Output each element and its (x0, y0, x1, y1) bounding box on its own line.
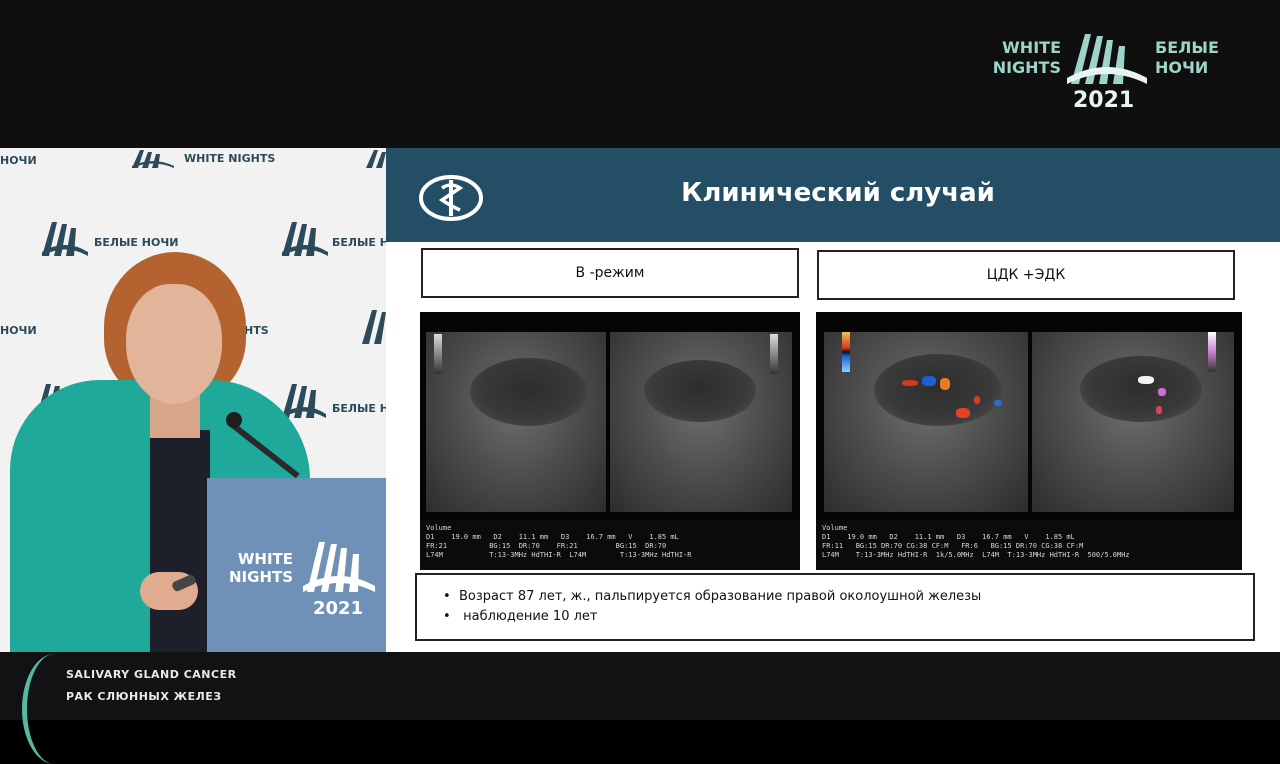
backdrop-logo-icon (282, 222, 328, 256)
logo-right-line2: НОЧИ (1155, 58, 1209, 77)
case-info-text-2: наблюдение 10 лет (459, 609, 598, 624)
ultrasound-pane (1032, 332, 1234, 512)
backdrop-logo-icon (362, 310, 386, 344)
b-mode-label-box: В -режим (421, 248, 799, 298)
ultrasound-lesion (644, 360, 756, 422)
ultrasound-readout-band: Volume D1 19.0 mm D2 11.1 mm D3 16.7 mm … (420, 520, 800, 570)
ultrasound-pane (610, 332, 792, 512)
backdrop-text-belye-nochi-2: БЕЛЫЕ НОЧИ (332, 236, 386, 249)
logo-left-line1: WHITE (1002, 38, 1061, 57)
logo-right-line1: БЕЛЫЕ (1155, 38, 1219, 57)
case-info-text-1: Возраст 87 лет, ж., пальпируется образов… (459, 589, 982, 604)
ultrasound-pane (824, 332, 1028, 512)
backdrop-text-belye-n: БЕЛЫЕ Н (332, 402, 386, 415)
doppler-power-scale (1208, 332, 1216, 372)
backdrop-logo-icon (42, 222, 88, 256)
logo-text-right: БЕЛЫЕ НОЧИ (1155, 38, 1235, 78)
backdrop-text-nochi: НОЧИ (0, 154, 37, 167)
podium-logo-text: WHITE NIGHTS (229, 550, 293, 586)
doppler-flow-spot (1156, 406, 1162, 414)
ultrasound-doppler-image: Volume D1 19.0 mm D2 11.1 mm D3 16.7 mm … (816, 312, 1242, 570)
logo-left-line2: NIGHTS (992, 58, 1061, 77)
podium-logo-icon (303, 542, 375, 592)
case-info-box: • Возраст 87 лет, ж., пальпируется образо… (415, 573, 1255, 641)
doppler-flow-spot (1158, 388, 1166, 396)
podium-line1: WHITE (237, 550, 294, 568)
gray-scale-bar (434, 334, 442, 374)
ultrasound-readout: Volume D1 19.0 mm D2 11.1 mm D3 16.7 mm … (822, 524, 1130, 559)
presentation-slide: Клинический случай В -режим ЦДК +ЭДК Vol… (386, 148, 1280, 652)
doppler-flow-spot (1138, 376, 1154, 384)
doppler-color-scale (842, 332, 850, 372)
doppler-flow-spot (994, 400, 1002, 406)
ultrasound-lesion (1080, 356, 1202, 422)
speaker-top (150, 430, 210, 652)
microphone-icon (226, 412, 242, 428)
ultrasound-readout: Volume D1 19.0 mm D2 11.1 mm D3 16.7 mm … (426, 524, 692, 559)
backdrop-text-hts: HTS (244, 324, 269, 337)
slide-title: Клинический случай (681, 178, 995, 208)
speaker-video: НОЧИ WHITE NIGHTS БЕЛЫЕ НОЧИ БЕЛЫЕ НОЧИ … (0, 148, 386, 652)
case-info-line-2: • наблюдение 10 лет (443, 609, 598, 624)
white-nights-mark-icon (1067, 34, 1147, 84)
speaker-face (126, 284, 222, 404)
gray-scale-bar (770, 334, 778, 374)
podium: WHITE NIGHTS 2021 (207, 478, 386, 652)
backdrop-logo-icon (282, 384, 326, 418)
doppler-flow-spot (940, 378, 950, 390)
backdrop-text-nochi-2: НОЧИ (0, 324, 37, 337)
ultrasound-readout-band: Volume D1 19.0 mm D2 11.1 mm D3 16.7 mm … (816, 520, 1242, 570)
doppler-flow-spot (956, 408, 970, 418)
backdrop-text-belye-nochi: БЕЛЫЕ НОЧИ (94, 236, 179, 249)
ultrasound-lesion (874, 354, 1002, 426)
backdrop-text-white-nights: WHITE NIGHTS (184, 152, 276, 165)
doppler-flow-spot (922, 376, 936, 386)
bullet: • (443, 589, 451, 604)
bullet: • (443, 609, 451, 624)
doppler-flow-spot (974, 396, 980, 404)
event-logo: WHITE NIGHTS БЕЛЫЕ НОЧИ 2021 (985, 24, 1225, 116)
lower-third-title-en: SALIVARY GLAND CANCER (66, 668, 237, 681)
lower-third-title-ru: РАК СЛЮННЫХ ЖЕЛЕЗ (66, 690, 222, 703)
logo-text-left: WHITE NIGHTS (985, 38, 1061, 78)
podium-line2: NIGHTS (229, 568, 294, 586)
cdk-edk-label-box: ЦДК +ЭДК (817, 250, 1235, 300)
top-bar: WHITE NIGHTS БЕЛЫЕ НОЧИ 2021 (0, 0, 1280, 148)
case-info-line-1: • Возраст 87 лет, ж., пальпируется образо… (443, 589, 981, 604)
doppler-flow-spot (902, 380, 918, 386)
backdrop-logo-icon (366, 150, 386, 168)
backdrop-logo-icon (132, 150, 174, 168)
logo-year: 2021 (1073, 88, 1135, 113)
ultrasound-lesion (470, 358, 588, 426)
slide-header: Клинический случай (386, 148, 1280, 242)
lower-third-bar (0, 652, 1280, 720)
ultrasound-b-mode-image: Volume D1 19.0 mm D2 11.1 mm D3 16.7 mm … (420, 312, 800, 570)
ultrasound-pane (426, 332, 606, 512)
podium-year: 2021 (313, 598, 364, 619)
